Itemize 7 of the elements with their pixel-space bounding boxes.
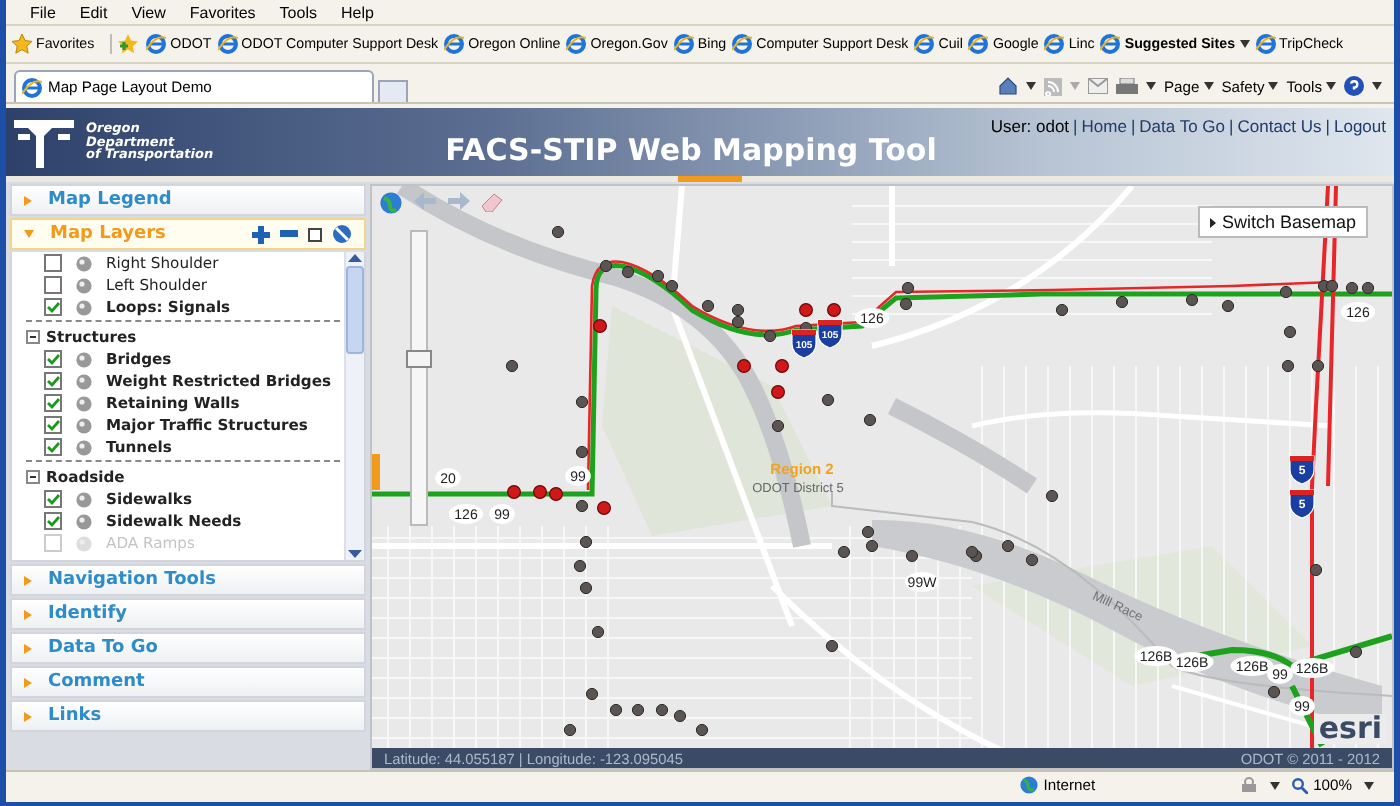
attribution-logo: esri — [1314, 714, 1386, 744]
separator: | — [1073, 116, 1078, 136]
separator: | — [1229, 116, 1234, 136]
separator: | — [1325, 116, 1330, 136]
separator: | — [1130, 116, 1136, 136]
app-title: FACS-STIP Web Mapping Tool — [445, 132, 937, 168]
user-name: User: odot — [990, 116, 1070, 136]
